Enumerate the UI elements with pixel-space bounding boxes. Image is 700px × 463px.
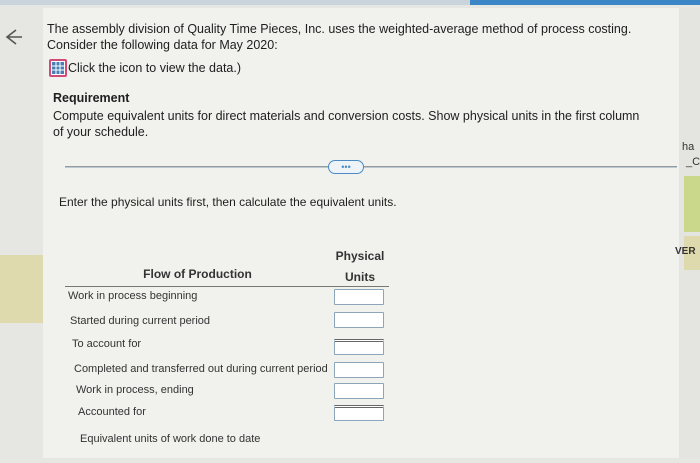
top-progress-accent	[470, 0, 700, 5]
physical-units-header-line2: Units	[345, 270, 375, 284]
instruction-text: Enter the physical units first, then cal…	[59, 195, 397, 209]
back-arrow-icon[interactable]	[2, 26, 24, 48]
row-label-equivalent-units: Equivalent units of work done to date	[80, 433, 261, 445]
physical-units-input-started[interactable]	[334, 312, 384, 328]
view-data-link[interactable]: Click the icon to view the data.)	[49, 58, 241, 78]
row-label-started: Started during current period	[70, 315, 211, 327]
left-highlight-strip	[0, 255, 43, 323]
row-label-wip-ending: Work in process, ending	[76, 384, 194, 396]
row-label-completed: Completed and transferred out during cur…	[74, 363, 328, 375]
physical-units-header-line1: Physical	[335, 249, 385, 263]
question-panel: The assembly division of Quality Time Pi…	[43, 8, 679, 458]
side-tab-text-a: ha	[682, 141, 695, 153]
header-underline	[65, 286, 389, 287]
physical-units-input-accounted-for[interactable]	[334, 405, 384, 421]
physical-units-input-wip-ending[interactable]	[334, 383, 384, 399]
row-label-to-account-for: To account for	[72, 338, 142, 350]
row-label-accounted-for: Accounted for	[78, 406, 146, 418]
side-tab-text-b: _C	[686, 156, 700, 168]
view-data-label[interactable]: Click the icon to view the data.)	[68, 61, 241, 75]
table-grid-icon[interactable]	[49, 59, 67, 77]
intro-text: The assembly division of Quality Time Pi…	[47, 22, 632, 52]
physical-units-input-completed[interactable]	[334, 362, 384, 378]
right-side-panel	[679, 8, 700, 458]
physical-units-input-to-account-for[interactable]	[334, 339, 384, 355]
side-tab-green[interactable]	[684, 176, 700, 232]
physical-units-input-wip-beginning[interactable]	[334, 289, 384, 305]
requirement-title: Requirement	[53, 91, 130, 105]
flow-of-production-header: Flow of Production	[143, 267, 252, 281]
section-divider-shadow	[65, 167, 677, 168]
side-tab-ver-label: VER	[675, 246, 696, 257]
requirement-text: Compute equivalent units for direct mate…	[53, 109, 640, 139]
expand-more-button[interactable]: •••	[328, 160, 364, 174]
row-label-wip-beginning: Work in process beginning	[68, 290, 198, 302]
